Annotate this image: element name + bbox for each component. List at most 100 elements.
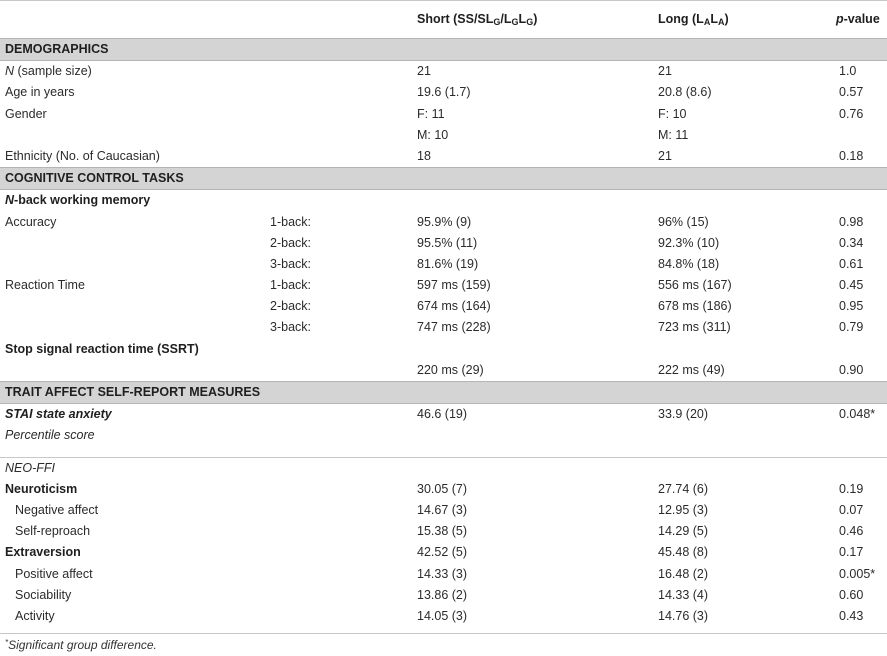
table-row: Self-reproach 15.38 (5) 14.29 (5) 0.46 <box>0 521 887 542</box>
p-value: 0.005* <box>839 566 876 581</box>
short-value: 220 ms (29) <box>417 362 484 377</box>
short-value: 597 ms (159) <box>417 278 491 293</box>
short-value: 747 ms (228) <box>417 320 491 335</box>
table-row: Sociability 13.86 (2) 14.33 (4) 0.60 <box>0 585 887 606</box>
p-value: 0.048* <box>839 407 876 422</box>
short-value: F: 11 <box>417 106 445 121</box>
long-value: 12.95 (3) <box>658 502 709 517</box>
p-value: 1.0 <box>839 64 857 79</box>
row-label: Self-reproach <box>15 524 91 539</box>
p-value: 0.60 <box>839 587 864 602</box>
long-value: 27.74 (6) <box>658 481 709 496</box>
nback-level: 3-back: <box>270 320 311 335</box>
table-header-row: Short (SS/SLG/LGLG) Long (LALA) p-value <box>0 0 887 38</box>
p-value: 0.79 <box>839 320 864 335</box>
long-value: M: 11 <box>658 127 689 142</box>
row-label: Accuracy <box>5 214 57 229</box>
long-value: 16.48 (2) <box>658 566 709 581</box>
row-label: Reaction Time <box>5 278 85 293</box>
long-value: 678 ms (186) <box>658 299 732 314</box>
short-value: 674 ms (164) <box>417 299 491 314</box>
short-value: 21 <box>417 64 431 79</box>
table-row: Negative affect 14.67 (3) 12.95 (3) 0.07 <box>0 500 887 521</box>
row-label: Positive affect <box>15 566 93 581</box>
long-value: F: 10 <box>658 106 687 121</box>
nback-level: 3-back: <box>270 256 311 271</box>
section-title: DEMOGRAPHICS <box>5 42 109 56</box>
table-row: 3-back: 81.6% (19) 84.8% (18) 0.61 <box>0 254 887 275</box>
p-value: 0.57 <box>839 85 864 100</box>
short-value: 15.38 (5) <box>417 524 468 539</box>
table-row: Reaction Time 1-back: 597 ms (159) 556 m… <box>0 275 887 296</box>
table-row: Ethnicity (No. of Caucasian) 18 21 0.18 <box>0 146 887 167</box>
table-row: Positive affect 14.33 (3) 16.48 (2) 0.00… <box>0 564 887 585</box>
short-value: 14.05 (3) <box>417 608 468 623</box>
subsection-nback: N-back working memory <box>0 190 887 211</box>
long-value: 723 ms (311) <box>658 320 731 335</box>
long-value: 556 ms (167) <box>658 278 732 293</box>
row-label: Activity <box>15 608 55 623</box>
long-value: 222 ms (49) <box>658 362 725 377</box>
subsection-ssrt: Stop signal reaction time (SSRT) <box>0 339 887 360</box>
results-table: Short (SS/SLG/LGLG) Long (LALA) p-value … <box>0 0 887 635</box>
long-value: 45.48 (8) <box>658 545 709 560</box>
short-value: 95.5% (11) <box>417 235 478 250</box>
p-value: 0.45 <box>839 278 864 293</box>
table-row: Age in years 19.6 (1.7) 20.8 (8.6) 0.57 <box>0 82 887 103</box>
p-value: 0.43 <box>839 608 864 623</box>
nback-level: 1-back: <box>270 214 311 229</box>
long-value: 92.3% (10) <box>658 235 720 250</box>
short-value: M: 10 <box>417 127 449 142</box>
row-label: Age in years <box>5 85 75 100</box>
col-header-short: Short (SS/SLG/LGLG) <box>417 12 538 27</box>
p-value: 0.34 <box>839 235 864 250</box>
nback-level: 2-back: <box>270 235 311 250</box>
table-row: 220 ms (29) 222 ms (49) 0.90 <box>0 360 887 381</box>
row-label: Sociability <box>15 587 72 602</box>
row-label: Neuroticism <box>5 481 78 496</box>
p-value: 0.90 <box>839 362 864 377</box>
table-page: Short (SS/SLG/LGLG) Long (LALA) p-value … <box>0 0 887 656</box>
row-gap <box>0 447 887 457</box>
long-value: 84.8% (18) <box>658 256 720 271</box>
table-row: 2-back: 95.5% (11) 92.3% (10) 0.34 <box>0 233 887 254</box>
nback-level: 1-back: <box>270 278 311 293</box>
table-row: N (sample size) 21 21 1.0 <box>0 61 887 82</box>
section-title: TRAIT AFFECT SELF-REPORT MEASURES <box>5 385 261 399</box>
row-label: N (sample size) <box>5 64 92 79</box>
long-value: 21 <box>658 64 672 79</box>
short-value: 13.86 (2) <box>417 587 468 602</box>
subsection-title: N-back working memory <box>5 193 151 208</box>
table-row: Percentile score <box>0 425 887 446</box>
p-value: 0.76 <box>839 106 864 121</box>
p-value: 0.98 <box>839 214 864 229</box>
row-label: Percentile score <box>5 428 95 443</box>
col-header-pvalue: p-value <box>836 12 880 26</box>
row-label: Ethnicity (No. of Caucasian) <box>5 148 160 163</box>
section-trait-affect: TRAIT AFFECT SELF-REPORT MEASURES <box>0 381 887 405</box>
row-label: Gender <box>5 106 47 121</box>
short-value: 14.67 (3) <box>417 502 468 517</box>
short-value: 19.6 (1.7) <box>417 85 471 100</box>
long-value: 33.9 (20) <box>658 407 709 422</box>
short-value: 81.6% (19) <box>417 256 479 271</box>
row-label: STAI state anxiety <box>5 407 112 422</box>
row-label: Extraversion <box>5 545 81 560</box>
p-value: 0.95 <box>839 299 864 314</box>
p-value: 0.46 <box>839 524 864 539</box>
nback-level: 2-back: <box>270 299 311 314</box>
table-row: M: 10 M: 11 <box>0 125 887 146</box>
p-value: 0.19 <box>839 481 864 496</box>
p-value: 0.07 <box>839 502 864 517</box>
table-row: Neuroticism 30.05 (7) 27.74 (6) 0.19 <box>0 479 887 500</box>
long-value: 20.8 (8.6) <box>658 85 712 100</box>
subsection-title: Stop signal reaction time (SSRT) <box>5 341 199 356</box>
table-bottom-rule <box>0 633 887 635</box>
p-value: 0.61 <box>839 256 864 271</box>
table-row: Accuracy 1-back: 95.9% (9) 96% (15) 0.98 <box>0 212 887 233</box>
short-value: 95.9% (9) <box>417 214 472 229</box>
section-cognitive-control: COGNITIVE CONTROL TASKS <box>0 167 887 191</box>
p-value: 0.17 <box>839 545 864 560</box>
table-row: Extraversion 42.52 (5) 45.48 (8) 0.17 <box>0 542 887 563</box>
table-row: STAI state anxiety 46.6 (19) 33.9 (20) 0… <box>0 404 887 425</box>
